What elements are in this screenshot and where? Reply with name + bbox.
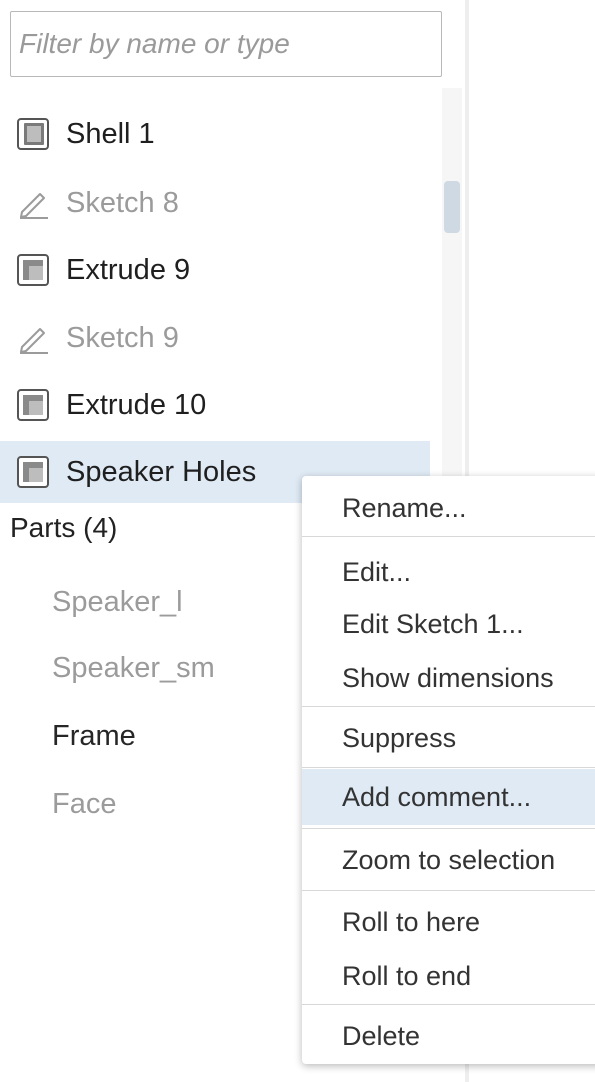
menu-item-roll-to-here[interactable]: Roll to here	[302, 894, 595, 950]
parts-header[interactable]: Parts (4)	[10, 512, 117, 544]
feature-label: Sketch 8	[66, 186, 179, 219]
sketch-pencil-icon	[14, 184, 52, 222]
feature-label: Shell 1	[66, 117, 155, 150]
sketch-pencil-icon	[14, 319, 52, 357]
menu-item-edit[interactable]: Edit...	[302, 544, 595, 600]
menu-item-add-comment[interactable]: Add comment...	[302, 769, 595, 825]
extrude-feature-icon	[14, 453, 52, 491]
menu-separator	[302, 890, 595, 891]
menu-separator	[302, 536, 595, 537]
feature-row-shell-1[interactable]: Shell 1	[0, 103, 430, 165]
menu-separator	[302, 828, 595, 829]
feature-row-sketch-8[interactable]: Sketch 8	[0, 172, 430, 234]
scrollbar-track[interactable]	[442, 88, 462, 488]
part-item-speaker-sm[interactable]: Speaker_sm	[52, 652, 215, 685]
extrude-feature-icon	[14, 386, 52, 424]
menu-item-rename[interactable]: Rename...	[302, 480, 595, 536]
menu-item-suppress[interactable]: Suppress	[302, 710, 595, 766]
menu-item-edit-sketch[interactable]: Edit Sketch 1...	[302, 596, 595, 652]
part-item-speaker-l[interactable]: Speaker_l	[52, 586, 183, 619]
feature-row-extrude-10[interactable]: Extrude 10	[0, 374, 430, 436]
feature-label: Speaker Holes	[66, 455, 257, 488]
feature-row-sketch-9[interactable]: Sketch 9	[0, 307, 430, 369]
context-menu: Rename... Edit... Edit Sketch 1... Show …	[302, 476, 595, 1064]
feature-label: Sketch 9	[66, 321, 179, 354]
filter-input[interactable]	[10, 11, 442, 77]
scrollbar-thumb[interactable]	[444, 181, 460, 233]
menu-item-zoom-to-selection[interactable]: Zoom to selection	[302, 832, 595, 888]
shell-feature-icon	[14, 115, 52, 153]
part-item-frame[interactable]: Frame	[52, 720, 136, 753]
feature-row-extrude-9[interactable]: Extrude 9	[0, 239, 430, 301]
menu-item-roll-to-end[interactable]: Roll to end	[302, 948, 595, 1004]
menu-separator	[302, 767, 595, 768]
feature-label: Extrude 9	[66, 253, 191, 286]
menu-item-show-dimensions[interactable]: Show dimensions	[302, 650, 595, 706]
extrude-feature-icon	[14, 251, 52, 289]
menu-separator	[302, 1004, 595, 1005]
feature-label: Extrude 10	[66, 388, 207, 421]
menu-item-delete[interactable]: Delete	[302, 1008, 595, 1064]
part-item-face[interactable]: Face	[52, 788, 116, 821]
menu-separator	[302, 706, 595, 707]
